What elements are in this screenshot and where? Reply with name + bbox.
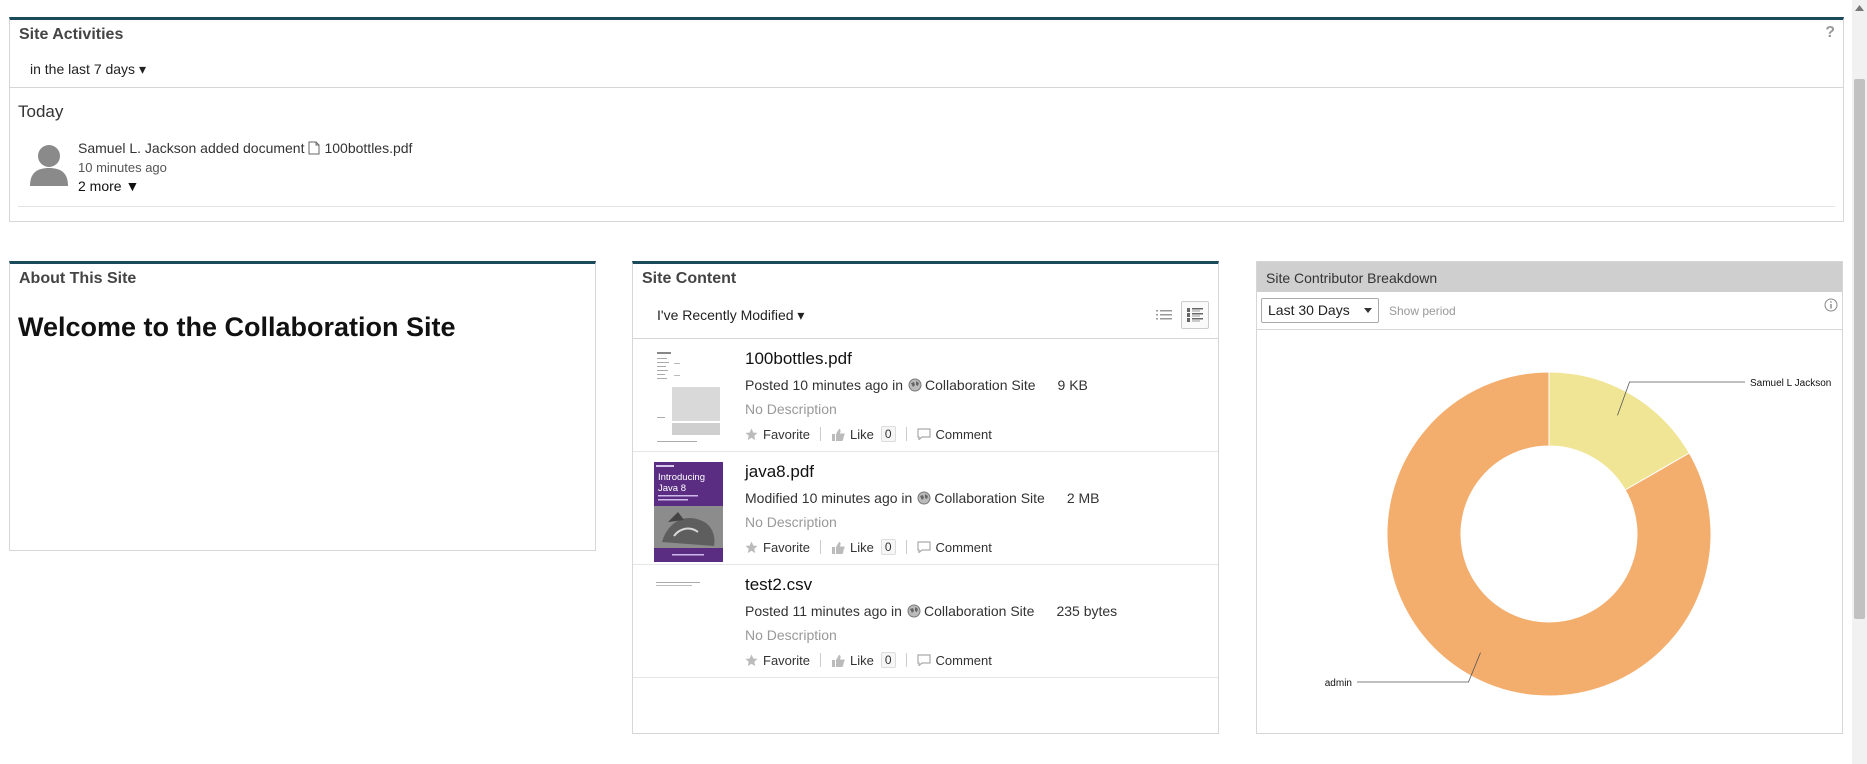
document-thumbnail[interactable]: Introducing Java 8: [654, 462, 723, 562]
document-description: No Description: [745, 401, 837, 417]
comment-button[interactable]: Comment: [916, 540, 992, 555]
activity-entry: Samuel L. Jackson added document 100bott…: [78, 140, 412, 156]
info-icon[interactable]: [1824, 298, 1838, 312]
like-count: 0: [880, 426, 896, 442]
chevron-down-icon: [1364, 308, 1372, 313]
document-name-link[interactable]: test2.csv: [745, 575, 812, 595]
thumbs-up-icon: [831, 541, 845, 554]
activity-time: 10 minutes ago: [78, 160, 167, 175]
like-button[interactable]: Like 0: [831, 652, 896, 668]
document-actions: Favorite Like 0 Comment: [745, 426, 992, 442]
contributor-breakdown-dashlet: Site Contributor Breakdown Last 30 Days …: [1256, 261, 1843, 734]
show-more-link[interactable]: 2 more ▼: [78, 178, 139, 194]
detailed-list-icon: [1187, 308, 1203, 322]
like-button[interactable]: Like 0: [831, 539, 896, 555]
document-icon: [308, 141, 320, 155]
activity-range-filter[interactable]: in the last 7 days ▾: [30, 61, 146, 78]
document-name-link[interactable]: 100bottles.pdf: [745, 349, 852, 369]
contributor-donut-chart: Samuel L Jackson admin: [1325, 371, 1831, 697]
activity-document-link[interactable]: 100bottles.pdf: [324, 140, 412, 156]
scroll-up-arrow[interactable]: [1852, 0, 1867, 16]
avatar: [30, 145, 68, 186]
site-link[interactable]: Collaboration Site: [907, 603, 1034, 619]
pie-label: admin: [1325, 678, 1352, 689]
globe-icon: [907, 604, 921, 618]
document-size: 9 KB: [1057, 377, 1088, 393]
document-thumbnail[interactable]: [654, 349, 723, 449]
document-description: No Description: [745, 627, 837, 643]
globe-icon: [908, 378, 922, 392]
comment-button[interactable]: Comment: [916, 427, 992, 442]
content-filter-dropdown[interactable]: I've Recently Modified ▾: [657, 307, 804, 324]
document-row: Introducing Java 8 java8.pdf Modified 10…: [633, 452, 1218, 565]
about-site-title: About This Site: [19, 270, 137, 287]
like-button[interactable]: Like 0: [831, 426, 896, 442]
document-actions: Favorite Like 0 Comment: [745, 652, 992, 668]
about-site-dashlet: About This Site Welcome to the Collabora…: [9, 261, 596, 551]
site-link[interactable]: Collaboration Site: [908, 377, 1036, 393]
favorite-button[interactable]: Favorite: [745, 653, 810, 668]
divider: [10, 87, 1843, 88]
comment-icon: [916, 428, 931, 440]
simple-list-icon: [1156, 310, 1172, 320]
svg-text:Introducing: Introducing: [658, 472, 705, 483]
contributor-breakdown-title: Site Contributor Breakdown: [1257, 262, 1842, 292]
thumbs-up-icon: [831, 654, 845, 667]
document-thumbnail[interactable]: [654, 575, 723, 675]
activity-text: Samuel L. Jackson added document: [78, 140, 305, 156]
comment-button[interactable]: Comment: [916, 653, 992, 668]
comment-icon: [916, 654, 931, 666]
like-count: 0: [880, 652, 896, 668]
site-activities-title: Site Activities: [19, 26, 124, 43]
favorite-button[interactable]: Favorite: [745, 540, 810, 555]
favorite-button[interactable]: Favorite: [745, 427, 810, 442]
divider: [18, 206, 1835, 207]
document-description: No Description: [745, 514, 837, 530]
thumbs-up-icon: [831, 428, 845, 441]
pie-label: Samuel L Jackson: [1750, 378, 1831, 389]
svg-text:Java 8: Java 8: [658, 483, 686, 494]
scrollbar-thumb[interactable]: [1854, 79, 1865, 619]
detailed-view-button[interactable]: [1181, 301, 1209, 329]
help-icon[interactable]: ?: [1825, 24, 1835, 42]
document-meta: Modified 10 minutes ago in Collaboration…: [745, 490, 1100, 506]
document-meta: Posted 10 minutes ago in Collaboration S…: [745, 377, 1088, 393]
globe-icon: [917, 491, 931, 505]
simple-view-button[interactable]: [1150, 301, 1178, 329]
like-count: 0: [880, 539, 896, 555]
star-icon: [745, 540, 758, 553]
star-icon: [745, 653, 758, 666]
comment-icon: [916, 541, 931, 553]
about-site-heading: Welcome to the Collaboration Site: [18, 312, 456, 342]
document-size: 2 MB: [1066, 490, 1100, 506]
site-content-title: Site Content: [642, 270, 737, 287]
document-actions: Favorite Like 0 Comment: [745, 539, 992, 555]
site-link[interactable]: Collaboration Site: [917, 490, 1045, 506]
site-activities-dashlet: Site Activities ? in the last 7 days ▾ T…: [9, 17, 1844, 222]
document-row: 100bottles.pdf Posted 10 minutes ago in …: [633, 339, 1218, 452]
document-meta: Posted 11 minutes ago in Collaboration S…: [745, 603, 1118, 619]
period-select[interactable]: Last 30 Days: [1261, 298, 1379, 323]
day-heading: Today: [18, 102, 64, 121]
document-row: test2.csv Posted 11 minutes ago in Colla…: [633, 565, 1218, 678]
document-name-link[interactable]: java8.pdf: [745, 462, 814, 482]
star-icon: [745, 427, 758, 440]
site-content-dashlet: Site Content I've Recently Modified ▾ 10…: [632, 261, 1219, 734]
show-period-link[interactable]: Show period: [1389, 304, 1456, 318]
divider: [1257, 329, 1842, 330]
document-size: 235 bytes: [1056, 603, 1118, 619]
